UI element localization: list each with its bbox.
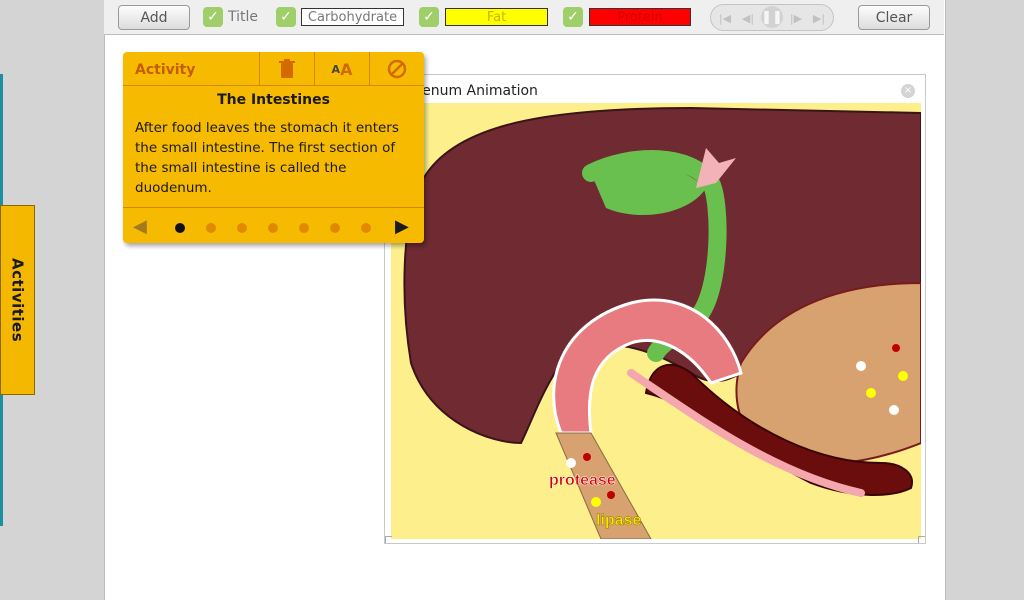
previous-page-icon[interactable]: ◀ (133, 216, 147, 237)
carbohydrate-checkbox[interactable]: ✓ (276, 7, 296, 27)
pause-icon[interactable]: ❚❚ (761, 6, 783, 28)
protease-label: protease (549, 472, 616, 489)
clear-button[interactable]: Clear (858, 5, 930, 30)
previous-icon[interactable]: ◀| (738, 8, 758, 28)
next-page-icon[interactable]: ▶ (395, 216, 409, 237)
activities-tab-label: Activities (8, 257, 27, 343)
check-icon: ✓ (207, 9, 219, 25)
duodenum-illustration: protease lipase (391, 103, 921, 539)
fat-swatch: Fat (445, 8, 548, 26)
page-dot[interactable] (299, 223, 309, 233)
carbohydrate-filter-label: Carbohydrate (307, 9, 398, 25)
protein-particle (583, 453, 591, 461)
activity-title: The Intestines (217, 92, 330, 108)
lipase-label: lipase (596, 512, 641, 529)
page-dot[interactable] (361, 223, 371, 233)
next-icon[interactable]: |▶ (786, 8, 806, 28)
title-filter-label: Title (228, 9, 259, 25)
protein-filter-label: Protein (617, 9, 663, 25)
fat-filter-label: Fat (486, 9, 507, 25)
add-button[interactable]: Add (118, 5, 190, 30)
activity-panel-header: Activity AA (123, 52, 424, 86)
trash-icon[interactable] (259, 52, 314, 86)
media-controls: |◀ ◀| ❚❚ |▶ ▶| (710, 4, 834, 31)
first-icon[interactable]: |◀ (715, 8, 735, 28)
activity-pager: ◀ ▶ (123, 207, 424, 243)
resize-handle[interactable] (918, 536, 925, 543)
carbohydrate-particle (856, 361, 866, 371)
page-dot[interactable] (206, 223, 216, 233)
page-dot[interactable] (175, 223, 185, 233)
resize-handle[interactable] (385, 536, 392, 543)
last-icon[interactable]: ▶| (809, 8, 829, 28)
check-icon: ✓ (423, 9, 435, 25)
activity-body: After food leaves the stomach it enters … (135, 120, 399, 196)
page-dot[interactable] (268, 223, 278, 233)
no-entry-icon[interactable] (369, 52, 424, 86)
page-dot[interactable] (330, 223, 340, 233)
page-dot[interactable] (237, 223, 247, 233)
title-checkbox[interactable]: ✓ (203, 7, 223, 27)
check-icon: ✓ (567, 9, 579, 25)
protein-particle (607, 491, 615, 499)
close-icon[interactable]: × (901, 84, 915, 98)
fat-particle (866, 388, 876, 398)
animation-window: Duodenum Animation × protease lipase (384, 74, 926, 544)
fat-particle (898, 371, 908, 381)
protein-checkbox[interactable]: ✓ (563, 7, 583, 27)
activity-header-label: Activity (135, 62, 196, 78)
protein-particle (892, 344, 900, 352)
carbohydrate-particle (566, 458, 576, 468)
carbohydrate-swatch: Carbohydrate (301, 8, 404, 26)
check-icon: ✓ (280, 9, 292, 25)
activity-panel: Activity AA The Intestines After food le… (123, 52, 424, 243)
activities-tab[interactable]: Activities (0, 205, 35, 395)
fat-particle (591, 497, 601, 507)
carbohydrate-particle (889, 405, 899, 415)
protein-swatch: Protein (589, 8, 691, 26)
toolbar: Add ✓ Title ✓ Carbohydrate ✓ Fat ✓ Prote… (104, 0, 944, 35)
fat-checkbox[interactable]: ✓ (419, 7, 439, 27)
font-size-icon[interactable]: AA (314, 52, 369, 86)
